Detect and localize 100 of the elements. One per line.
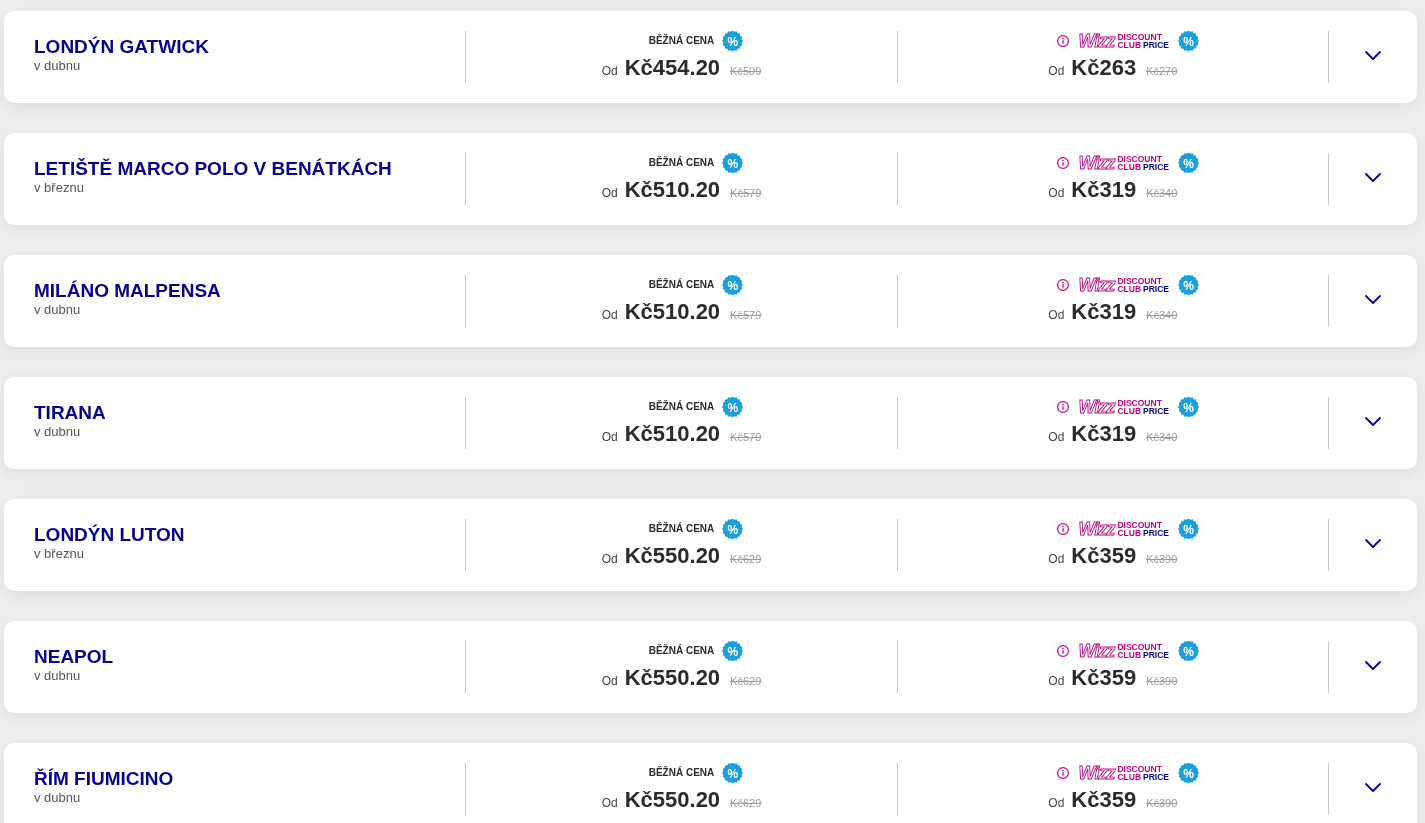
old-price-text: Kč509 — [730, 64, 762, 79]
discount-badge: % — [722, 640, 744, 662]
club-name-text: DISCOUNT — [1117, 399, 1162, 407]
discount-badge: % — [1178, 640, 1200, 662]
discount-badge: % — [1178, 396, 1200, 418]
from-label: Od — [601, 63, 618, 80]
chevron-down-icon — [1365, 294, 1381, 304]
price-label-text: PRICE — [1143, 41, 1170, 49]
old-price-text: Kč579 — [730, 430, 762, 445]
discount-badge: % — [722, 152, 744, 174]
discount-badge: % — [1178, 30, 1200, 52]
info-icon[interactable] — [1056, 645, 1069, 657]
discount-badge: % — [722, 30, 744, 52]
price-label-text: PRICE — [1143, 285, 1170, 293]
old-price-text: Kč629 — [730, 552, 762, 567]
info-icon[interactable] — [1056, 279, 1069, 291]
old-price-text: Kč270 — [1146, 64, 1178, 79]
destination-title: MILÁNO MALPENSA — [34, 280, 221, 302]
chevron-down-icon — [1365, 172, 1381, 182]
price-text: Kč359 — [1071, 665, 1137, 691]
destination-title: ŘÍM FIUMICINO — [34, 768, 174, 790]
club-name-text: CLUB — [1117, 285, 1142, 293]
discount-badge: % — [1178, 274, 1200, 296]
club-name-text: CLUB — [1117, 407, 1142, 415]
old-price-text: Kč629 — [730, 674, 762, 689]
info-icon[interactable] — [1056, 523, 1069, 535]
from-label: Od — [1048, 673, 1065, 690]
price-label-text: PRICE — [1143, 407, 1170, 415]
price-text: Kč319 — [1071, 421, 1137, 447]
regular-price-label: BĚŽNÁ CENA — [648, 768, 715, 778]
wizz-logo-text: Wizz — [1078, 277, 1117, 293]
wizz-logo-text: Wizz — [1078, 643, 1117, 659]
destination-title: NEAPOL — [34, 646, 114, 668]
destination-title: LETIŠTĚ MARCO POLO V BENÁTKÁCH — [34, 158, 392, 180]
from-label: Od — [601, 429, 618, 446]
old-price-text: Kč579 — [730, 308, 762, 323]
regular-price-label: BĚŽNÁ CENA — [648, 280, 715, 290]
info-icon[interactable] — [1056, 767, 1069, 779]
from-label: Od — [1048, 307, 1065, 324]
club-name-text: CLUB — [1117, 41, 1142, 49]
old-price-text: Kč390 — [1146, 674, 1178, 689]
from-label: Od — [1048, 795, 1065, 812]
from-label: Od — [1048, 429, 1065, 446]
club-name-text: CLUB — [1117, 773, 1142, 781]
price-text: Kč510.20 — [624, 421, 721, 447]
club-name-text: DISCOUNT — [1117, 277, 1162, 285]
price-text: Kč319 — [1071, 177, 1137, 203]
price-text: Kč510.20 — [624, 299, 721, 325]
club-name-text: DISCOUNT — [1117, 765, 1162, 773]
chevron-down-icon — [1365, 660, 1381, 670]
discount-badge: % — [1178, 152, 1200, 174]
old-price-text: Kč340 — [1146, 430, 1178, 445]
price-text: Kč550.20 — [624, 543, 721, 569]
from-label: Od — [601, 551, 618, 568]
destination-title: LONDÝN GATWICK — [34, 36, 209, 58]
regular-price-label: BĚŽNÁ CENA — [648, 524, 715, 534]
info-icon[interactable] — [1056, 157, 1069, 169]
price-text: Kč550.20 — [624, 665, 721, 691]
club-name-text: CLUB — [1117, 163, 1142, 171]
club-name-text: CLUB — [1117, 651, 1142, 659]
period-text: v dubnu — [34, 302, 81, 317]
discount-badge: % — [722, 762, 744, 784]
from-label: Od — [601, 673, 618, 690]
club-name-text: DISCOUNT — [1117, 155, 1162, 163]
from-label: Od — [601, 307, 618, 324]
chevron-down-icon — [1365, 538, 1381, 548]
wizz-logo-text: Wizz — [1078, 399, 1117, 415]
price-label-text: PRICE — [1143, 773, 1170, 781]
period-text: v dubnu — [34, 668, 81, 683]
club-name-text: CLUB — [1117, 529, 1142, 537]
old-price-text: Kč579 — [730, 186, 762, 201]
price-text: Kč319 — [1071, 299, 1137, 325]
discount-badge: % — [722, 518, 744, 540]
old-price-text: Kč390 — [1146, 796, 1178, 811]
price-text: Kč510.20 — [624, 177, 721, 203]
price-text: Kč359 — [1071, 543, 1137, 569]
price-text: Kč263 — [1071, 55, 1137, 81]
discount-badge: % — [722, 396, 744, 418]
period-text: v dubnu — [34, 424, 81, 439]
price-text: Kč359 — [1071, 787, 1137, 813]
period-text: v březnu — [34, 180, 84, 195]
club-name-text: DISCOUNT — [1117, 33, 1162, 41]
wizz-logo-text: Wizz — [1078, 765, 1117, 781]
price-text: Kč550.20 — [624, 787, 721, 813]
wizz-logo-text: Wizz — [1078, 33, 1117, 49]
chevron-down-icon — [1365, 50, 1381, 60]
wizz-logo-text: Wizz — [1078, 155, 1117, 171]
from-label: Od — [1048, 185, 1065, 202]
old-price-text: Kč340 — [1146, 186, 1178, 201]
price-text: Kč454.20 — [624, 55, 721, 81]
old-price-text: Kč390 — [1146, 552, 1178, 567]
club-name-text: DISCOUNT — [1117, 521, 1162, 529]
info-icon[interactable] — [1056, 401, 1069, 413]
discount-badge: % — [1178, 518, 1200, 540]
price-label-text: PRICE — [1143, 651, 1170, 659]
destination-title: LONDÝN LUTON — [34, 524, 185, 546]
discount-badge: % — [722, 274, 744, 296]
from-label: Od — [1048, 551, 1065, 568]
info-icon[interactable] — [1056, 35, 1069, 47]
chevron-down-icon — [1365, 782, 1381, 792]
